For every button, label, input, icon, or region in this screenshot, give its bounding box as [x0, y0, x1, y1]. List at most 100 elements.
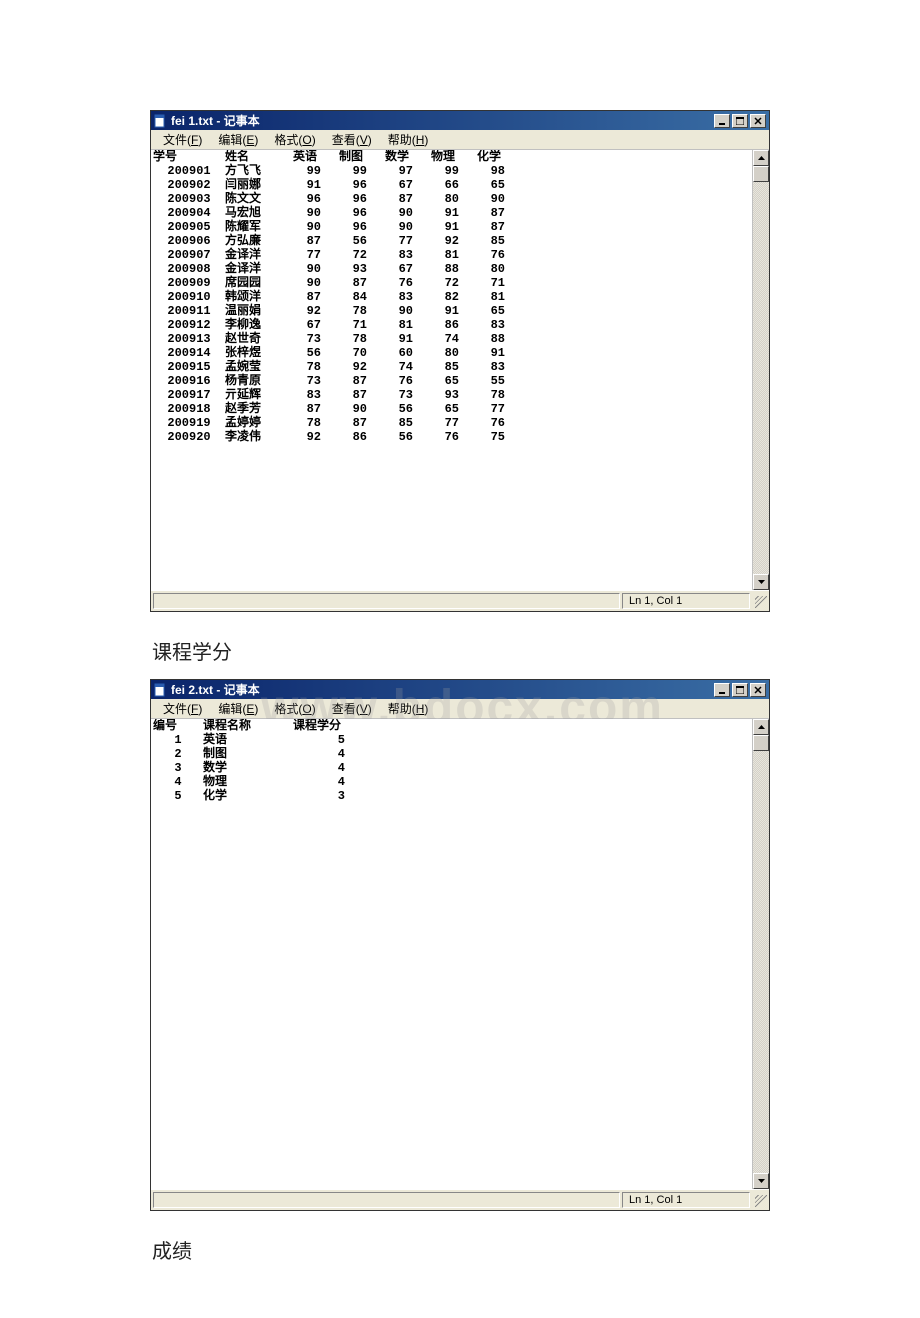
cell: 4 [293, 761, 363, 775]
cell: 87 [385, 192, 431, 206]
menubar: 文件(F)编辑(E)格式(O)查看(V)帮助(H) [151, 699, 769, 719]
resize-grip[interactable] [752, 593, 768, 609]
cell: 200908 [153, 262, 225, 276]
window-controls [714, 683, 766, 697]
cell: 96 [339, 192, 385, 206]
cell: 65 [477, 178, 523, 192]
table-header-row: 学号姓名英语制图数学物理化学 [153, 150, 750, 164]
cell: 200906 [153, 234, 225, 248]
cell: 91 [431, 206, 477, 220]
cell: 96 [339, 178, 385, 192]
cell: 87 [339, 276, 385, 290]
scroll-down-button[interactable] [753, 1173, 769, 1189]
scroll-up-button[interactable] [753, 719, 769, 735]
column-header: 课程学分 [293, 719, 363, 733]
cell: 91 [293, 178, 339, 192]
cell: 73 [385, 388, 431, 402]
cell: 91 [477, 346, 523, 360]
status-pane-cursor: Ln 1, Col 1 [622, 593, 750, 609]
cell: 76 [477, 248, 523, 262]
menu-item[interactable]: 格式(O) [266, 130, 323, 149]
resize-grip[interactable] [752, 1192, 768, 1208]
cell: 72 [339, 248, 385, 262]
cell: 96 [339, 220, 385, 234]
cell: 87 [339, 416, 385, 430]
cell: 4 [293, 747, 363, 761]
cell: 5 [153, 789, 203, 803]
maximize-button[interactable] [732, 683, 748, 697]
text-area[interactable]: 编号课程名称课程学分1英语52制图43数学44物理45化学3 [151, 719, 752, 1189]
table-row: 2制图4 [153, 747, 750, 761]
table-row: 200909席园园9087767271 [153, 276, 750, 290]
column-header: 英语 [293, 150, 339, 164]
cell: 55 [477, 374, 523, 388]
cell: 99 [431, 164, 477, 178]
menu-item[interactable]: 文件(F) [155, 130, 210, 149]
menu-item[interactable]: 帮助(H) [380, 699, 437, 718]
column-header: 化学 [477, 150, 523, 164]
cell: 赵世奇 [225, 332, 293, 346]
cell: 85 [431, 360, 477, 374]
cell: 90 [385, 304, 431, 318]
cell: 93 [431, 388, 477, 402]
scroll-track[interactable] [753, 751, 769, 1173]
menu-item[interactable]: 查看(V) [324, 699, 380, 718]
table-row: 200911温丽娟9278909165 [153, 304, 750, 318]
text-area[interactable]: 学号姓名英语制图数学物理化学200901方飞飞9999979998200902闫… [151, 150, 752, 590]
close-button[interactable] [750, 683, 766, 697]
table-row: 200903陈文文9696878090 [153, 192, 750, 206]
close-button[interactable] [750, 114, 766, 128]
menu-item[interactable]: 查看(V) [324, 130, 380, 149]
cell: 67 [293, 318, 339, 332]
cell: 李柳逸 [225, 318, 293, 332]
cell: 88 [431, 262, 477, 276]
cell: 87 [293, 402, 339, 416]
cell: 200919 [153, 416, 225, 430]
scroll-thumb[interactable] [753, 166, 769, 182]
vertical-scrollbar[interactable] [752, 150, 769, 590]
cell: 200912 [153, 318, 225, 332]
notepad-icon [153, 114, 167, 128]
column-header: 物理 [431, 150, 477, 164]
cell: 87 [477, 206, 523, 220]
scroll-thumb[interactable] [753, 735, 769, 751]
cell: 74 [385, 360, 431, 374]
cell: 马宏旭 [225, 206, 293, 220]
cell: 200907 [153, 248, 225, 262]
titlebar[interactable]: fei 2.txt - 记事本 [151, 680, 769, 699]
minimize-button[interactable] [714, 683, 730, 697]
cell: 76 [431, 430, 477, 444]
vertical-scrollbar[interactable] [752, 719, 769, 1189]
table-row: 200904马宏旭9096909187 [153, 206, 750, 220]
status-pane-cursor: Ln 1, Col 1 [622, 1192, 750, 1208]
cell: 90 [477, 192, 523, 206]
menu-item[interactable]: 文件(F) [155, 699, 210, 718]
scroll-up-button[interactable] [753, 150, 769, 166]
cell: 80 [431, 346, 477, 360]
scroll-down-button[interactable] [753, 574, 769, 590]
table-row: 200905陈耀军9096909187 [153, 220, 750, 234]
cell: 77 [385, 234, 431, 248]
menu-item[interactable]: 格式(O) [266, 699, 323, 718]
cell: 90 [385, 206, 431, 220]
minimize-button[interactable] [714, 114, 730, 128]
menu-item[interactable]: 编辑(E) [210, 699, 266, 718]
cell: 金译洋 [225, 262, 293, 276]
cell: 数学 [203, 761, 293, 775]
cell: 78 [293, 416, 339, 430]
cell: 56 [339, 234, 385, 248]
column-header: 课程名称 [203, 719, 293, 733]
maximize-button[interactable] [732, 114, 748, 128]
cell: 98 [477, 164, 523, 178]
menu-item[interactable]: 帮助(H) [380, 130, 437, 149]
table-row: 200918赵季芳8790566577 [153, 402, 750, 416]
cell: 83 [477, 318, 523, 332]
cell: 张梓煜 [225, 346, 293, 360]
cell: 4 [153, 775, 203, 789]
titlebar[interactable]: fei 1.txt - 记事本 [151, 111, 769, 130]
cell: 物理 [203, 775, 293, 789]
table-row: 200901方飞飞9999979998 [153, 164, 750, 178]
scroll-track[interactable] [753, 182, 769, 574]
cell: 金译洋 [225, 248, 293, 262]
menu-item[interactable]: 编辑(E) [210, 130, 266, 149]
